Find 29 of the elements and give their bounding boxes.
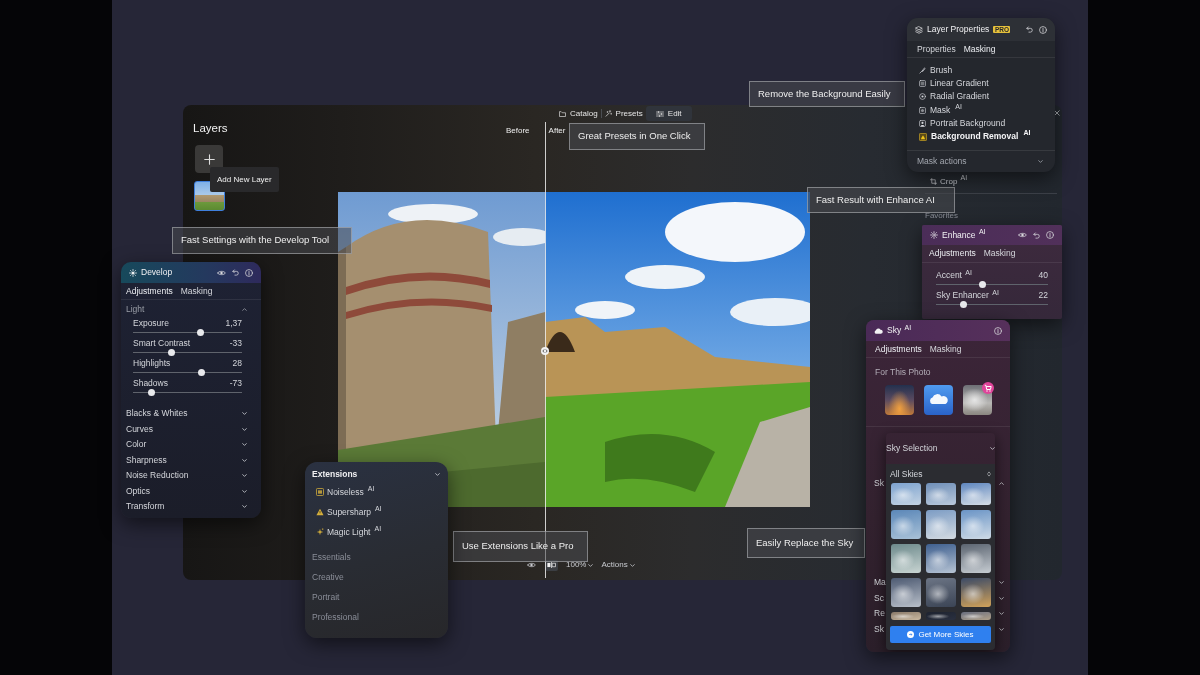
panel-title: Layer Properties bbox=[927, 23, 990, 36]
caption-label: Remove the Background Easily bbox=[749, 81, 905, 107]
before-label: Before bbox=[506, 124, 530, 137]
after-label: After bbox=[548, 124, 566, 137]
caption-label: Great Presets in One Click bbox=[569, 123, 705, 150]
slider-label: Smart Contrast bbox=[133, 338, 191, 348]
slider-label: Accent $^{AI}$ bbox=[936, 270, 972, 280]
slider-label: Exposure bbox=[133, 318, 169, 328]
slider-label: Shadows bbox=[133, 378, 168, 388]
caption-label: Fast Settings with the Develop Tool bbox=[172, 227, 352, 254]
panel-title: Extensions bbox=[312, 467, 358, 481]
section-heading: Favorites bbox=[925, 211, 959, 221]
slider-value: 28 bbox=[232, 358, 242, 368]
slider-label: Highlights bbox=[133, 358, 171, 368]
slider-value: 22 bbox=[1038, 290, 1048, 300]
section-subtitle: For This Photo bbox=[874, 367, 932, 377]
slider-value: -73 bbox=[229, 378, 242, 388]
slider-label: Sky Enhancer $^{AI}$ bbox=[936, 290, 999, 300]
slider-value: -33 bbox=[229, 338, 242, 348]
panel-title: Enhance $^{AI}$ bbox=[942, 228, 986, 242]
caption-label: Use Extensions Like a Pro bbox=[453, 531, 588, 562]
caption-label: Fast Result with Enhance AI bbox=[807, 187, 955, 213]
panel-title: Sky $^{AI}$ bbox=[887, 324, 912, 337]
panel-title: Develop bbox=[141, 266, 173, 279]
slider-value: 1,37 bbox=[225, 318, 242, 328]
tooltip-label: Add New Layer bbox=[210, 167, 279, 192]
slider-value: 40 bbox=[1038, 270, 1048, 280]
caption-label: Easily Replace the Sky bbox=[747, 528, 865, 558]
panel-title: Layers bbox=[193, 121, 229, 136]
